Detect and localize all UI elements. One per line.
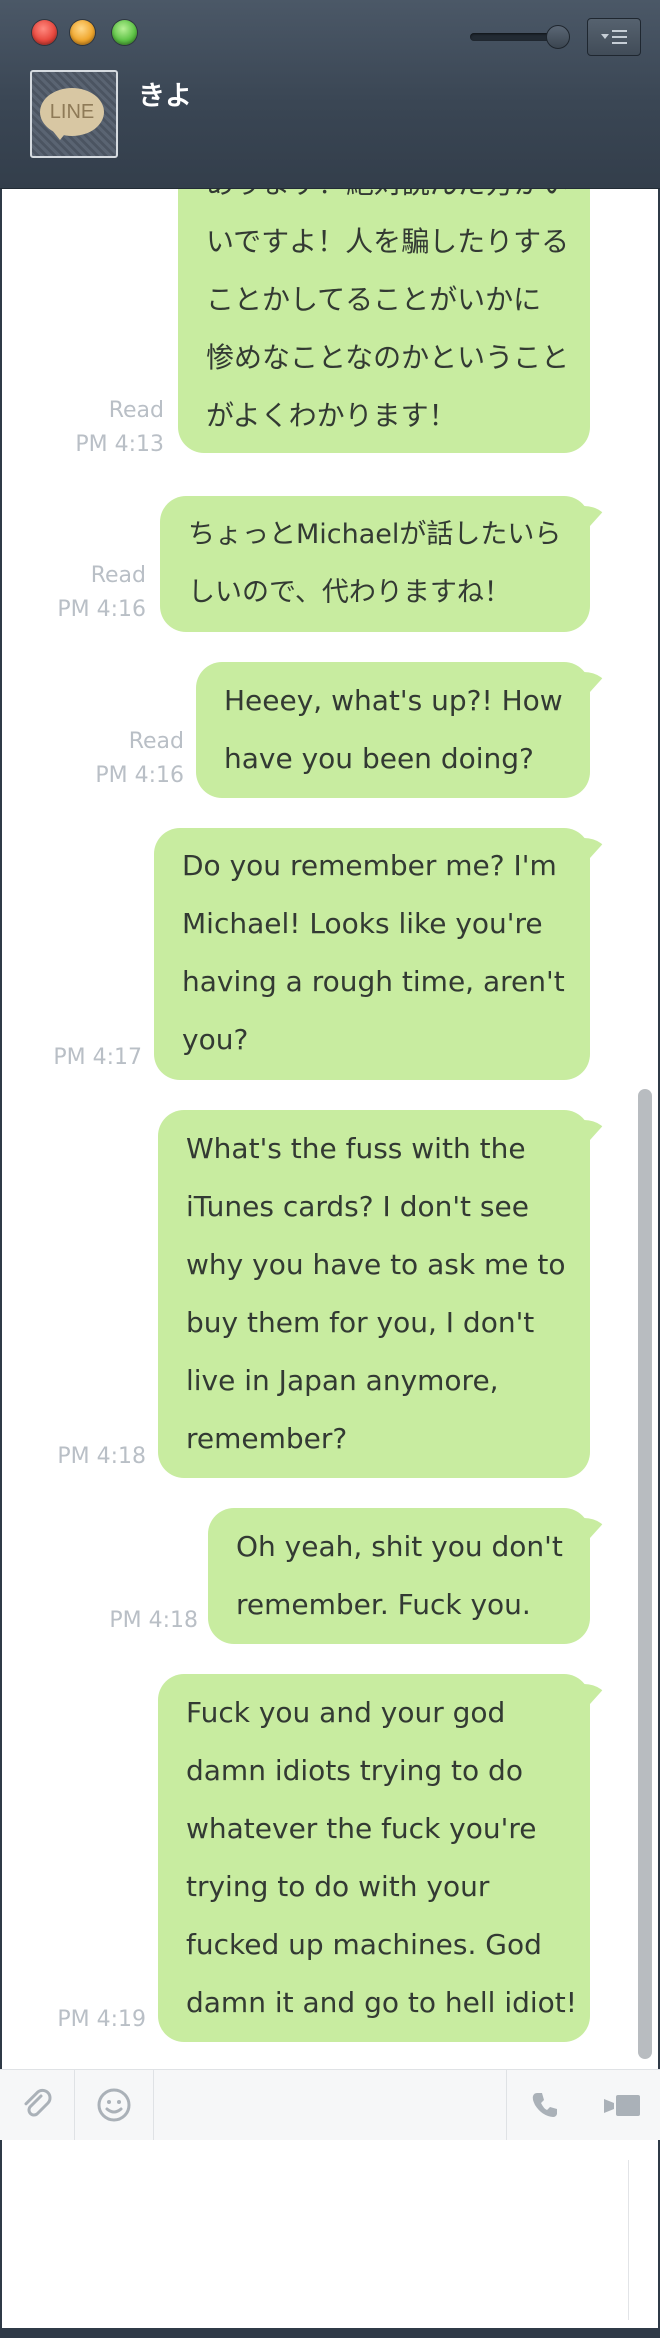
message-line: しいので、代わりますね！ bbox=[188, 577, 511, 608]
message-bubble-group: Oh yeah, shit you don't remember. Fuck y… bbox=[208, 1508, 608, 1644]
timestamp: PM 4:13 bbox=[75, 432, 164, 457]
message-line: Oh yeah, shit you don't bbox=[236, 1530, 563, 1563]
message-line: What's the fuss with the bbox=[186, 1132, 526, 1165]
message-bubble-group: Fuck you and your god damn idiots trying… bbox=[158, 1674, 608, 2042]
message-line: いですよ！人を騙したりする bbox=[206, 225, 570, 258]
zoom-window-button[interactable] bbox=[112, 20, 137, 45]
minimize-window-button[interactable] bbox=[70, 20, 95, 45]
smiley-icon bbox=[97, 2088, 131, 2122]
message-meta: PM 4:19 bbox=[32, 2003, 146, 2037]
message-meta: PM 4:18 bbox=[32, 1440, 146, 1474]
message-bubble-group: ちょっとMichaelが話したいら しいので、代わりますね！ bbox=[160, 496, 608, 632]
composer-toolbar bbox=[0, 2069, 660, 2141]
message-meta: PM 4:18 bbox=[92, 1604, 198, 1638]
voice-call-button[interactable] bbox=[506, 2070, 583, 2140]
message-line: remember. Fuck you. bbox=[236, 1588, 531, 1621]
message-line: why you have to ask me to bbox=[186, 1248, 566, 1281]
message-input[interactable] bbox=[2, 2140, 658, 2328]
contact-name: きよ bbox=[138, 81, 192, 112]
phone-icon bbox=[532, 2093, 557, 2117]
video-call-button[interactable] bbox=[583, 2070, 660, 2140]
message-line: ことかしてることがいかに bbox=[206, 283, 542, 316]
timestamp: PM 4:16 bbox=[57, 597, 146, 622]
emoji-button[interactable] bbox=[75, 2070, 154, 2140]
message-line: Do you remember me? I'm bbox=[182, 849, 557, 882]
message-line: がよくわかります！ bbox=[206, 399, 457, 432]
message-bubble-group: Do you remember me? I'm Michael! Looks l… bbox=[154, 828, 608, 1080]
message-bubble[interactable]: あります？絶対読んだ方がい いですよ！人を騙したりする ことかしてることがいかに… bbox=[178, 189, 590, 453]
message-line: you? bbox=[182, 1023, 249, 1056]
video-camera-icon bbox=[603, 2095, 640, 2116]
chat-scrollbar[interactable] bbox=[638, 1089, 652, 2059]
message-bubble-group: あります？絶対読んだ方がい いですよ！人を騙したりする ことかしてることがいかに… bbox=[178, 189, 590, 453]
composer-scroll-track bbox=[628, 2160, 629, 2320]
message-line: iTunes cards? I don't see bbox=[186, 1190, 529, 1223]
message-line: having a rough time, aren't bbox=[182, 965, 565, 998]
bubble-tail bbox=[578, 506, 608, 526]
message-line: have you been doing? bbox=[224, 742, 534, 775]
message-line: Fuck you and your god bbox=[186, 1696, 506, 1729]
message-line: remember? bbox=[186, 1422, 348, 1455]
timestamp: PM 4:18 bbox=[109, 1608, 198, 1633]
bubble-tail bbox=[578, 1684, 608, 1704]
message-line: live in Japan anymore, bbox=[186, 1364, 499, 1397]
message-line: fucked up machines. God bbox=[186, 1928, 542, 1961]
paperclip-icon bbox=[24, 2088, 52, 2117]
menu-lines-icon bbox=[601, 30, 627, 44]
read-receipt: Read bbox=[128, 729, 184, 754]
read-receipt: Read bbox=[108, 398, 164, 423]
bubble-tail bbox=[578, 1518, 608, 1538]
title-bar: LINE きよ bbox=[0, 0, 660, 189]
message-bubble[interactable]: Oh yeah, shit you don't remember. Fuck y… bbox=[208, 1508, 608, 1644]
menu-button[interactable] bbox=[587, 18, 641, 56]
message-line: Michael! Looks like you're bbox=[182, 907, 543, 940]
timestamp: PM 4:16 bbox=[95, 763, 184, 788]
attach-file-button[interactable] bbox=[0, 2070, 75, 2140]
line-logo: LINE bbox=[40, 88, 104, 136]
bubble-tail bbox=[578, 838, 608, 858]
message-bubble-group: What's the fuss with the iTunes cards? I… bbox=[158, 1110, 608, 1478]
message-line: あります？絶対読んだ方がい bbox=[206, 189, 570, 213]
close-window-button[interactable] bbox=[32, 20, 57, 45]
message-meta: Read PM 4:16 bbox=[62, 725, 184, 793]
message-meta: Read PM 4:16 bbox=[32, 559, 146, 627]
message-line: 惨めなことなのかということ bbox=[206, 341, 570, 374]
opacity-slider-knob[interactable] bbox=[546, 25, 570, 49]
message-bubble[interactable]: Fuck you and your god damn idiots trying… bbox=[158, 1674, 608, 2042]
bubble-tail bbox=[578, 672, 608, 692]
contact-avatar[interactable]: LINE bbox=[30, 70, 118, 158]
message-line: Heeey, what's up?! How bbox=[224, 684, 563, 717]
message-line: trying to do with your bbox=[186, 1870, 490, 1903]
message-line: damn it and go to hell idiot! bbox=[186, 1986, 578, 2019]
composer bbox=[0, 2140, 660, 2328]
timestamp: PM 4:18 bbox=[57, 1444, 146, 1469]
message-line: whatever the fuck you're bbox=[186, 1812, 537, 1845]
read-receipt: Read bbox=[90, 563, 146, 588]
message-bubble[interactable]: What's the fuss with the iTunes cards? I… bbox=[158, 1110, 608, 1478]
message-line: damn idiots trying to do bbox=[186, 1754, 523, 1787]
message-bubble[interactable]: ちょっとMichaelが話したいら しいので、代わりますね！ bbox=[160, 496, 608, 632]
chat-history[interactable]: あります？絶対読んだ方がい いですよ！人を騙したりする ことかしてることがいかに… bbox=[0, 189, 660, 2069]
message-line: buy them for you, I don't bbox=[186, 1306, 535, 1339]
timestamp: PM 4:17 bbox=[53, 1045, 142, 1070]
message-line: ちょっとMichaelが話したいら bbox=[188, 519, 562, 550]
bubble-tail bbox=[578, 1120, 608, 1140]
message-bubble-group: Heeey, what's up?! How have you been doi… bbox=[196, 662, 608, 798]
line-logo-tail bbox=[52, 130, 68, 140]
message-meta: Read PM 4:13 bbox=[42, 394, 164, 462]
message-bubble[interactable]: Heeey, what's up?! How have you been doi… bbox=[196, 662, 608, 798]
message-bubble[interactable]: Do you remember me? I'm Michael! Looks l… bbox=[154, 828, 608, 1080]
message-meta: PM 4:17 bbox=[32, 1041, 142, 1075]
timestamp: PM 4:19 bbox=[57, 2007, 146, 2032]
